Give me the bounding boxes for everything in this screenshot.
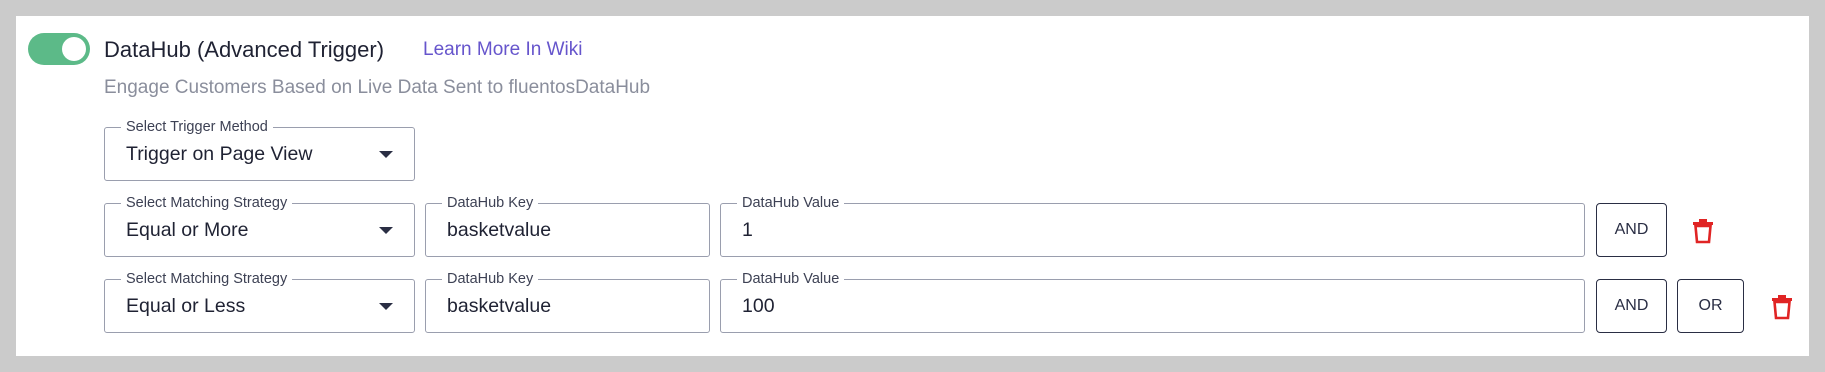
datahub-value-value: 100 — [742, 294, 775, 317]
and-button-1[interactable]: AND — [1596, 203, 1667, 257]
datahub-value-label: DataHub Value — [737, 194, 845, 212]
section-title: DataHub (Advanced Trigger) — [104, 37, 385, 62]
or-button-2[interactable]: OR — [1677, 279, 1744, 333]
datahub-value-input-2[interactable]: DataHub Value 100 — [720, 270, 1585, 333]
datahub-key-value: basketvalue — [447, 218, 552, 241]
datahub-value-value: 1 — [742, 218, 753, 241]
datahub-enable-toggle[interactable] — [28, 33, 90, 65]
matching-strategy-value: Equal or More — [126, 218, 249, 241]
learn-more-link[interactable]: Learn More In Wiki — [423, 36, 582, 64]
trigger-method-select[interactable]: Select Trigger Method Trigger on Page Vi… — [104, 118, 415, 181]
toggle-knob — [62, 37, 86, 61]
trash-icon[interactable] — [1690, 216, 1716, 244]
datahub-key-input-1[interactable]: DataHub Key basketvalue — [425, 194, 710, 257]
trash-icon[interactable] — [1769, 292, 1795, 320]
chevron-down-icon — [379, 151, 393, 158]
datahub-value-input-1[interactable]: DataHub Value 1 — [720, 194, 1585, 257]
chevron-down-icon — [379, 303, 393, 310]
matching-strategy-select-1[interactable]: Select Matching Strategy Equal or More — [104, 194, 415, 257]
and-button-2[interactable]: AND — [1596, 279, 1667, 333]
chevron-down-icon — [379, 227, 393, 234]
section-subtitle: Engage Customers Based on Live Data Sent… — [104, 77, 651, 98]
matching-strategy-select-2[interactable]: Select Matching Strategy Equal or Less — [104, 270, 415, 333]
matching-strategy-value: Equal or Less — [126, 294, 246, 317]
datahub-key-value: basketvalue — [447, 294, 552, 317]
trigger-method-value: Trigger on Page View — [126, 142, 313, 165]
datahub-trigger-panel: DataHub (Advanced Trigger) Learn More In… — [16, 16, 1809, 356]
datahub-key-input-2[interactable]: DataHub Key basketvalue — [425, 270, 710, 333]
